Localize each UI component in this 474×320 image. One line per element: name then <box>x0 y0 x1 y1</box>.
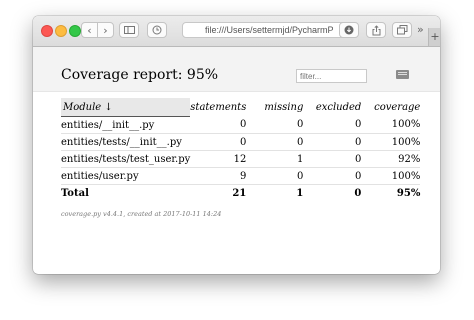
page-title: Coverage report: 95% <box>61 67 219 83</box>
missing-cell: 0 <box>246 167 304 185</box>
coverage-table: Module ↓ statements missing excluded cov… <box>61 98 421 202</box>
total-statements-cell: 21 <box>232 187 247 199</box>
tabs-icon <box>396 25 407 35</box>
total-excluded-cell: 0 <box>354 187 362 199</box>
sidebar-button[interactable] <box>119 22 139 38</box>
excluded-cell: 0 <box>303 133 362 151</box>
table-header-row: Module ↓ statements missing excluded cov… <box>61 98 420 117</box>
browser-window: ‹ › file:///Users/settermjd/PycharmP ↻ »… <box>33 16 440 274</box>
module-link[interactable]: entities/tests/__init__.py <box>61 133 191 151</box>
sidebar-icon <box>123 26 135 34</box>
chevron-left-icon: ‹ <box>87 23 92 37</box>
statements-cell: 0 <box>190 116 247 134</box>
browser-toolbar: ‹ › file:///Users/settermjd/PycharmP ↻ »… <box>33 16 440 47</box>
statements-cell: 0 <box>190 133 247 151</box>
chevron-right-icon: › <box>103 23 108 37</box>
column-header-module[interactable]: Module ↓ <box>61 98 191 117</box>
zoom-window-button[interactable] <box>69 25 81 37</box>
coverage-cell: 100% <box>361 116 421 134</box>
missing-cell: 0 <box>246 116 304 134</box>
url-text: file:///Users/settermjd/PycharmP <box>205 25 334 35</box>
table-row: entities/tests/__init__.py 0 0 0 100% <box>61 133 421 151</box>
new-tab-button[interactable]: + <box>428 28 440 46</box>
total-missing-cell: 1 <box>296 187 304 199</box>
more-toolbar-icon[interactable]: » <box>417 23 424 36</box>
filter-input[interactable] <box>296 69 367 83</box>
module-link[interactable]: entities/user.py <box>61 167 191 185</box>
table-row: entities/__init__.py 0 0 0 100% <box>61 116 421 134</box>
coverage-cell: 100% <box>361 167 421 185</box>
total-label: Total <box>61 187 89 199</box>
total-row: Total 21 1 0 95% <box>61 185 420 202</box>
share-icon <box>372 24 380 35</box>
history-button[interactable] <box>147 22 167 38</box>
close-window-button[interactable] <box>41 25 53 37</box>
report-footer: coverage.py v4.4.1, created at 2017-10-1… <box>61 210 222 218</box>
coverage-cell: 100% <box>361 133 421 151</box>
report-header: Coverage report: 95% <box>33 47 440 92</box>
table-row: entities/tests/test_user.py 12 1 0 92% <box>61 150 421 168</box>
column-header-missing[interactable]: missing <box>246 98 303 117</box>
column-header-coverage[interactable]: coverage <box>361 98 420 117</box>
forward-button[interactable]: › <box>97 22 114 38</box>
keyboard-shortcuts-icon[interactable] <box>396 70 409 79</box>
column-header-statements[interactable]: statements <box>190 98 246 117</box>
address-bar[interactable]: file:///Users/settermjd/PycharmP ↻ <box>182 22 356 38</box>
downloads-button[interactable] <box>339 22 359 38</box>
excluded-cell: 0 <box>303 116 362 134</box>
statements-cell: 12 <box>190 150 247 168</box>
share-button[interactable] <box>366 22 386 38</box>
back-button[interactable]: ‹ <box>81 22 98 38</box>
table-row: entities/user.py 9 0 0 100% <box>61 167 421 185</box>
download-icon <box>344 25 354 35</box>
clock-icon <box>152 25 162 35</box>
coverage-cell: 92% <box>361 150 421 168</box>
tabs-overview-button[interactable] <box>392 22 412 38</box>
excluded-cell: 0 <box>303 150 362 168</box>
total-coverage-cell: 95% <box>396 187 421 199</box>
missing-cell: 1 <box>246 150 304 168</box>
statements-cell: 9 <box>190 167 247 185</box>
minimize-window-button[interactable] <box>55 25 67 37</box>
missing-cell: 0 <box>246 133 304 151</box>
excluded-cell: 0 <box>303 167 362 185</box>
module-link[interactable]: entities/__init__.py <box>61 116 191 134</box>
module-link[interactable]: entities/tests/test_user.py <box>61 150 191 168</box>
column-header-excluded[interactable]: excluded <box>303 98 362 117</box>
